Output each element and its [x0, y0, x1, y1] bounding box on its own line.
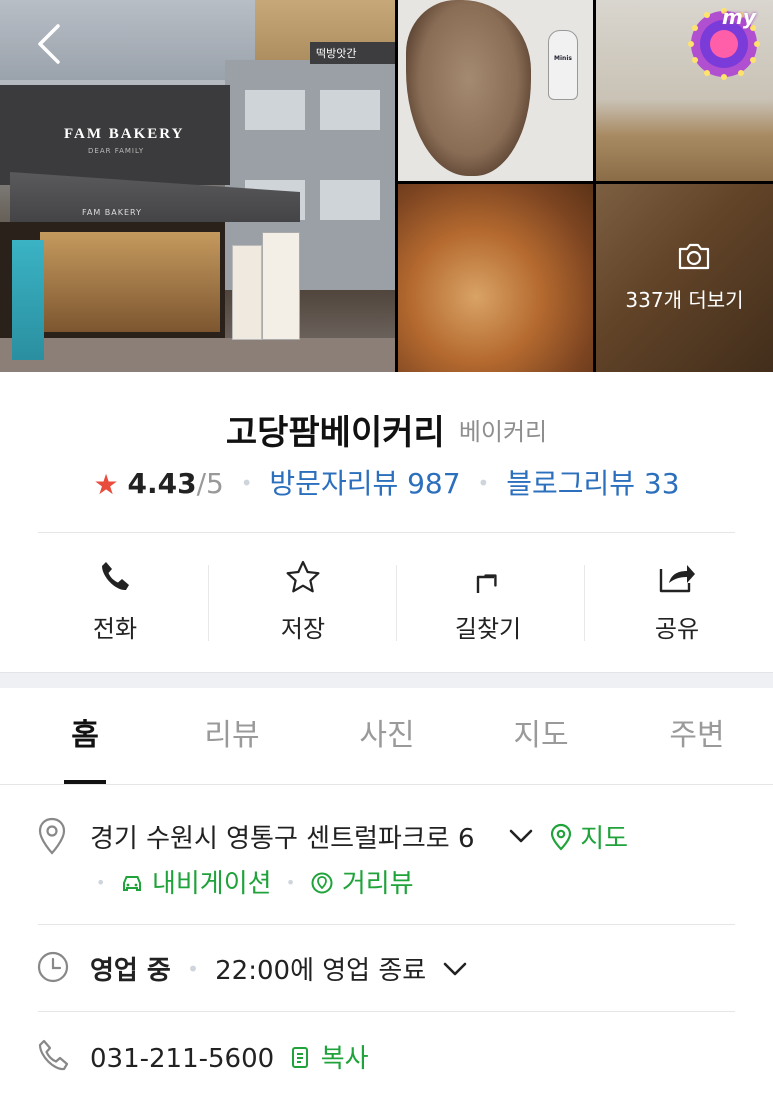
save-button[interactable]: 저장: [218, 545, 388, 655]
place-title-row: 고당팜베이커리 베이커리: [0, 405, 773, 454]
phone-icon: [102, 562, 129, 591]
back-arrow-icon[interactable]: [32, 22, 72, 66]
copy-button[interactable]: 복사: [290, 1044, 369, 1074]
map-pin-icon: [550, 823, 572, 851]
address-text[interactable]: 경기 수원시 영통구 센트럴파크로 6: [90, 818, 474, 855]
phone-number[interactable]: 031-211-5600: [90, 1044, 274, 1074]
bread-display-photo[interactable]: [398, 184, 593, 372]
storefront-sign-sub: DEAR FAMILY: [88, 147, 145, 155]
storefront-sign: FAM BAKERY: [64, 126, 185, 142]
phone-row: 031-211-5600 복사: [90, 1038, 369, 1075]
visitor-reviews-link[interactable]: 방문자리뷰 987: [269, 467, 460, 500]
save-label: 저장: [280, 615, 326, 643]
awning-text: FAM BAKERY: [82, 208, 142, 217]
divider: [38, 924, 735, 925]
action-bar: 전화 저장 길찾기 공유: [0, 545, 773, 655]
directions-label: 길찾기: [454, 615, 522, 643]
navigation-row: • 내비게이션 • 거리뷰: [90, 863, 414, 900]
share-label: 공유: [654, 615, 700, 643]
street-view-link[interactable]: 거리뷰: [310, 869, 414, 899]
clock-icon: [37, 951, 69, 983]
hours-status: 영업 중: [90, 956, 171, 986]
place-name: 고당팜베이커리: [225, 413, 445, 453]
car-icon: [122, 876, 141, 891]
call-button[interactable]: 전화: [30, 545, 200, 655]
chevron-down-icon[interactable]: [442, 959, 468, 979]
tab-nearby[interactable]: 주변: [620, 689, 773, 785]
more-photos-label[interactable]: 337개 더보기: [596, 284, 773, 313]
star-outline-icon: [286, 560, 320, 593]
phone-outline-icon: [38, 1039, 69, 1071]
poster-stand: [262, 232, 300, 340]
place-category: 베이커리: [458, 418, 548, 446]
photo-gallery[interactable]: 떡방앗간 FAM BAKERY DEAR FAMILY FAM BAKERY M…: [0, 0, 773, 372]
call-label: 전화: [92, 615, 138, 643]
section-gap: [0, 672, 773, 688]
my-badge-label: my: [722, 5, 756, 29]
blog-reviews-link[interactable]: 블로그리뷰 33: [506, 467, 679, 500]
street-view-label: 거리뷰: [341, 869, 414, 899]
hours-detail: 22:00에 영업 종료: [215, 956, 427, 986]
separator-dot: •: [477, 471, 490, 495]
more-photos-overlay[interactable]: [596, 184, 773, 372]
bottle-label: Minis: [554, 55, 572, 62]
divider: [38, 532, 735, 533]
rating-max: /5: [196, 467, 224, 500]
tab-bar: 홈 리뷰 사진 지도 주변: [0, 689, 773, 785]
separator-dot: •: [285, 873, 296, 892]
chevron-down-icon[interactable]: [508, 826, 534, 846]
divider: [38, 1011, 735, 1012]
directions-icon: [476, 574, 497, 593]
share-button[interactable]: 공유: [592, 545, 762, 655]
active-tab-indicator: [64, 780, 106, 784]
neighbor-sign: 떡방앗간: [310, 42, 395, 64]
copy-label: 복사: [320, 1044, 369, 1074]
directions-button[interactable]: 길찾기: [403, 545, 573, 655]
rating-row: ★ 4.43/5 • 방문자리뷰 987 • 블로그리뷰 33: [0, 462, 773, 502]
separator-dot: •: [240, 471, 253, 495]
copy-icon: [292, 1047, 309, 1068]
map-link-label: 지도: [580, 824, 629, 854]
separator-dot: •: [187, 957, 199, 981]
share-icon: [659, 565, 695, 593]
bread-photo[interactable]: Minis: [398, 0, 593, 181]
menu-stand: [232, 245, 262, 340]
tab-photos[interactable]: 사진: [310, 689, 464, 785]
star-filled-icon: ★: [93, 468, 119, 501]
standing-banner: [12, 240, 44, 360]
rating-value: 4.43: [127, 467, 197, 500]
tab-map[interactable]: 지도: [464, 689, 618, 785]
hours-row[interactable]: 영업 중 • 22:00에 영업 종료: [90, 950, 468, 987]
camera-icon: [678, 243, 710, 270]
separator-dot: •: [96, 873, 106, 892]
navigation-link[interactable]: 내비게이션: [120, 869, 280, 899]
tab-reviews[interactable]: 리뷰: [155, 689, 309, 785]
navigation-label: 내비게이션: [151, 869, 272, 899]
location-pin-icon: [38, 817, 66, 855]
tab-home[interactable]: 홈: [8, 689, 162, 785]
map-link[interactable]: 지도: [550, 818, 628, 855]
street-view-icon: [311, 872, 333, 894]
